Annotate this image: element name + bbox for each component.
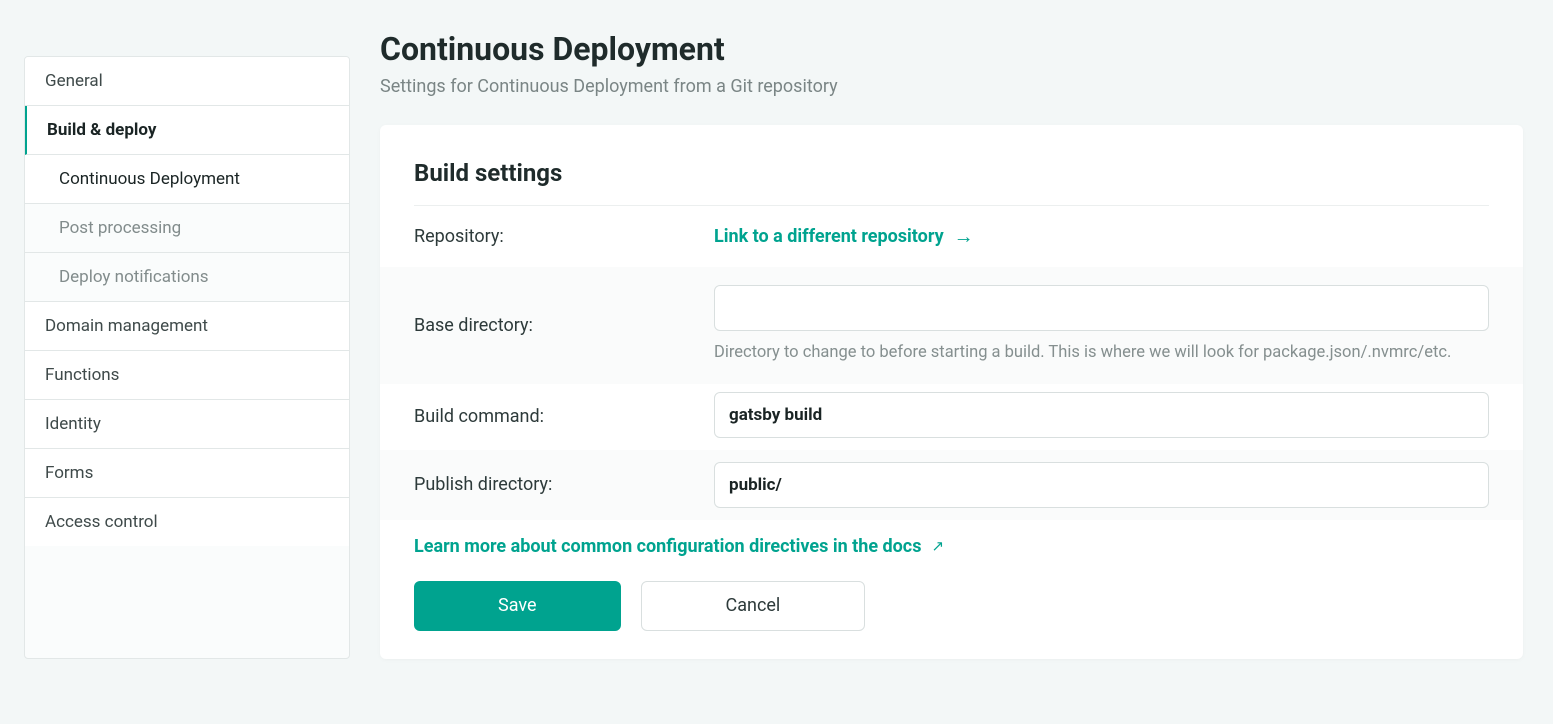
base-directory-label: Base directory: bbox=[414, 315, 714, 336]
button-row: Save Cancel bbox=[414, 581, 1489, 631]
page-title: Continuous Deployment bbox=[380, 30, 1523, 68]
sidebar-item-post-processing[interactable]: Post processing bbox=[25, 204, 349, 253]
build-settings-panel: Build settings Repository: Link to a dif… bbox=[380, 125, 1523, 659]
arrow-right-icon: → bbox=[954, 224, 974, 249]
external-link-icon: ↗ bbox=[931, 537, 944, 555]
base-directory-row: Base directory: Directory to change to b… bbox=[380, 267, 1523, 384]
publish-directory-label: Publish directory: bbox=[414, 474, 714, 495]
sidebar-item-general[interactable]: General bbox=[25, 57, 349, 106]
link-different-repository[interactable]: Link to a different repository → bbox=[714, 224, 974, 249]
publish-directory-row: Publish directory: bbox=[380, 450, 1523, 520]
sidebar-item-build-deploy[interactable]: Build & deploy bbox=[25, 106, 349, 155]
build-command-input[interactable] bbox=[714, 392, 1489, 438]
repository-label: Repository: bbox=[414, 226, 714, 247]
build-command-label: Build command: bbox=[414, 406, 714, 427]
sidebar-item-forms[interactable]: Forms bbox=[25, 449, 349, 498]
link-different-repository-text: Link to a different repository bbox=[714, 226, 944, 247]
repository-row: Repository: Link to a different reposito… bbox=[414, 206, 1489, 267]
page-subtitle: Settings for Continuous Deployment from … bbox=[380, 76, 1523, 97]
sidebar-item-access-control[interactable]: Access control bbox=[25, 498, 349, 546]
docs-link-text: Learn more about common configuration di… bbox=[414, 536, 921, 557]
publish-directory-input[interactable] bbox=[714, 462, 1489, 508]
sidebar-item-identity[interactable]: Identity bbox=[25, 400, 349, 449]
main-content: Continuous Deployment Settings for Conti… bbox=[380, 30, 1523, 659]
save-button[interactable]: Save bbox=[414, 581, 621, 631]
sidebar-item-continuous-deployment[interactable]: Continuous Deployment bbox=[25, 155, 349, 204]
panel-title: Build settings bbox=[414, 159, 1489, 206]
base-directory-input[interactable] bbox=[714, 285, 1489, 331]
sidebar-item-functions[interactable]: Functions bbox=[25, 351, 349, 400]
sidebar-item-deploy-notifications[interactable]: Deploy notifications bbox=[25, 253, 349, 302]
cancel-button[interactable]: Cancel bbox=[641, 581, 866, 631]
build-command-row: Build command: bbox=[414, 384, 1489, 450]
docs-link[interactable]: Learn more about common configuration di… bbox=[414, 536, 944, 557]
sidebar-item-domain-management[interactable]: Domain management bbox=[25, 302, 349, 351]
settings-sidebar: General Build & deploy Continuous Deploy… bbox=[24, 56, 350, 659]
base-directory-help: Directory to change to before starting a… bbox=[714, 341, 1489, 366]
